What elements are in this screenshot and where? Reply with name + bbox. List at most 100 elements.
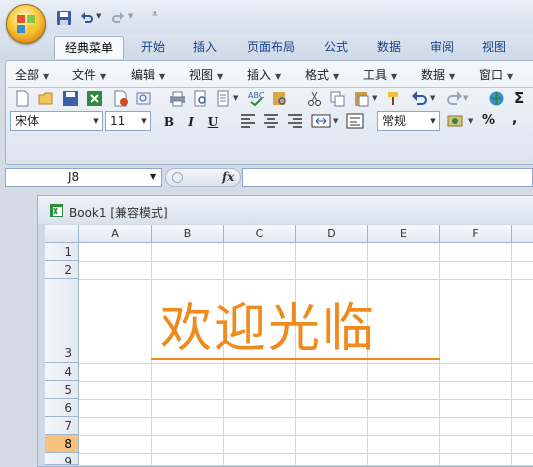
spelling-icon[interactable]: ABC (247, 89, 266, 108)
select-all-corner[interactable] (45, 225, 79, 243)
grid-line (79, 279, 533, 280)
menu-tools[interactable]: 工具 ▼ (363, 66, 397, 84)
font-name-select[interactable]: 宋体 ▼ (10, 111, 103, 131)
permission-icon[interactable] (111, 89, 130, 108)
comma-style-button[interactable]: , (512, 111, 517, 127)
hyperlink-icon[interactable] (487, 89, 506, 108)
copy-icon[interactable] (328, 89, 347, 108)
excel-file-icon (50, 204, 63, 217)
tab-home[interactable]: 开始 (131, 36, 175, 58)
redo-icon[interactable] (111, 9, 125, 27)
tab-data[interactable]: 数据 (367, 36, 411, 58)
row-header-4[interactable]: 4 (45, 363, 79, 381)
tab-view[interactable]: 视图 (472, 36, 516, 58)
row-header-2[interactable]: 2 (45, 261, 79, 279)
row-header-1[interactable]: 1 (45, 243, 79, 261)
office-button[interactable] (6, 4, 46, 44)
align-right-icon[interactable] (286, 111, 304, 131)
print-preview-icon[interactable] (191, 89, 210, 108)
column-header-d[interactable]: D (296, 225, 368, 243)
research-icon[interactable] (270, 89, 289, 108)
row-header-7[interactable]: 7 (45, 417, 79, 435)
align-center-icon[interactable] (262, 111, 280, 131)
office-logo-icon (17, 15, 35, 33)
menu-window[interactable]: 窗口 ▼ (479, 66, 513, 84)
redo-icon[interactable] (444, 89, 463, 108)
menu-edit[interactable]: 编辑 ▼ (131, 66, 165, 84)
tab-review[interactable]: 审阅 (420, 36, 464, 58)
tab-page-layout[interactable]: 页面布局 (237, 36, 305, 58)
workbook-title: Book1 [兼容模式] (69, 206, 168, 220)
tab-formulas[interactable]: 公式 (314, 36, 358, 58)
menu-window-label: 窗口 (479, 68, 504, 82)
chevron-down-icon: ▼ (333, 72, 340, 81)
tab-insert[interactable]: 插入 (183, 36, 227, 58)
menu-view[interactable]: 视图 ▼ (189, 66, 223, 84)
menu-format[interactable]: 格式 ▼ (305, 66, 339, 84)
percent-button[interactable]: % (482, 113, 495, 128)
undo-icon[interactable] (411, 89, 430, 108)
paste-icon[interactable] (352, 89, 371, 108)
row-header-9[interactable]: 9 (45, 453, 79, 465)
open-folder-icon[interactable] (37, 89, 56, 108)
grid-line (79, 261, 533, 262)
insert-function-button[interactable]: fx (222, 170, 234, 184)
menu-file[interactable]: 文件 ▼ (72, 66, 106, 84)
menu-tools-label: 工具 (363, 68, 388, 82)
customize-qat-icon[interactable]: ⩡ (152, 9, 158, 20)
save-icon[interactable] (61, 89, 80, 108)
chevron-down-icon: ▼ (93, 117, 99, 125)
chevron-down-icon[interactable]: ▼ (372, 94, 377, 102)
grid-line (79, 417, 533, 418)
row-header-6[interactable]: 6 (45, 399, 79, 417)
chevron-down-icon[interactable]: ▼ (430, 94, 435, 102)
wrap-text-icon[interactable] (346, 111, 364, 131)
currency-icon[interactable] (446, 111, 466, 131)
save-icon[interactable] (56, 9, 72, 27)
print-icon[interactable] (168, 89, 187, 108)
tab-classic-menu[interactable]: 经典菜单 (54, 36, 125, 59)
cut-icon[interactable] (305, 89, 324, 108)
chevron-down-icon[interactable]: ▼ (233, 94, 238, 102)
menu-all[interactable]: 全部 ▼ (15, 66, 49, 84)
grid-line (79, 435, 533, 436)
page-setup-icon[interactable] (214, 89, 233, 108)
row-header-3[interactable]: 3 (45, 279, 79, 363)
column-header-c[interactable]: C (224, 225, 296, 243)
cell-b3-welcome-text[interactable]: 欢迎光临 (160, 286, 376, 361)
excel-export-icon[interactable] (85, 89, 104, 108)
column-header-e[interactable]: E (368, 225, 440, 243)
name-box[interactable] (5, 168, 162, 187)
new-document-icon[interactable] (13, 89, 32, 108)
collapse-handle-icon[interactable] (171, 171, 184, 184)
menu-divider (8, 87, 533, 88)
chevron-down-icon[interactable]: ▼ (463, 94, 468, 102)
number-format-select[interactable]: 常规 ▼ (377, 111, 440, 131)
row-header-8[interactable]: 8 (45, 435, 79, 453)
chevron-down-icon[interactable]: ▼ (333, 117, 338, 125)
undo-dropdown-icon[interactable]: ▼ (96, 12, 101, 20)
align-left-icon[interactable] (239, 111, 257, 131)
row-header-5[interactable]: 5 (45, 381, 79, 399)
column-header-f[interactable]: F (440, 225, 512, 243)
italic-button[interactable]: I (181, 112, 201, 132)
attach-icon[interactable] (134, 89, 153, 108)
chevron-down-icon: ▼ (430, 117, 436, 125)
column-header-a[interactable]: A (79, 225, 152, 243)
bold-button[interactable]: B (159, 112, 179, 132)
merge-center-icon[interactable] (311, 111, 331, 131)
underline-button[interactable]: U (203, 112, 223, 132)
undo-icon[interactable] (80, 9, 94, 27)
column-header-b[interactable]: B (152, 225, 224, 243)
font-size-select[interactable]: 11 ▼ (105, 111, 151, 131)
redo-dropdown-icon[interactable]: ▼ (128, 12, 133, 20)
chevron-down-icon: ▼ (141, 117, 147, 125)
formula-input[interactable] (242, 168, 533, 187)
name-box-dropdown-icon[interactable]: ▼ (150, 172, 156, 181)
menu-insert[interactable]: 插入 ▼ (247, 66, 281, 84)
autosum-button[interactable]: Σ (514, 89, 524, 107)
chevron-down-icon[interactable]: ▼ (468, 117, 473, 125)
format-painter-icon[interactable] (385, 89, 404, 108)
menu-data[interactable]: 数据 ▼ (421, 66, 455, 84)
column-header-g[interactable] (512, 225, 533, 243)
